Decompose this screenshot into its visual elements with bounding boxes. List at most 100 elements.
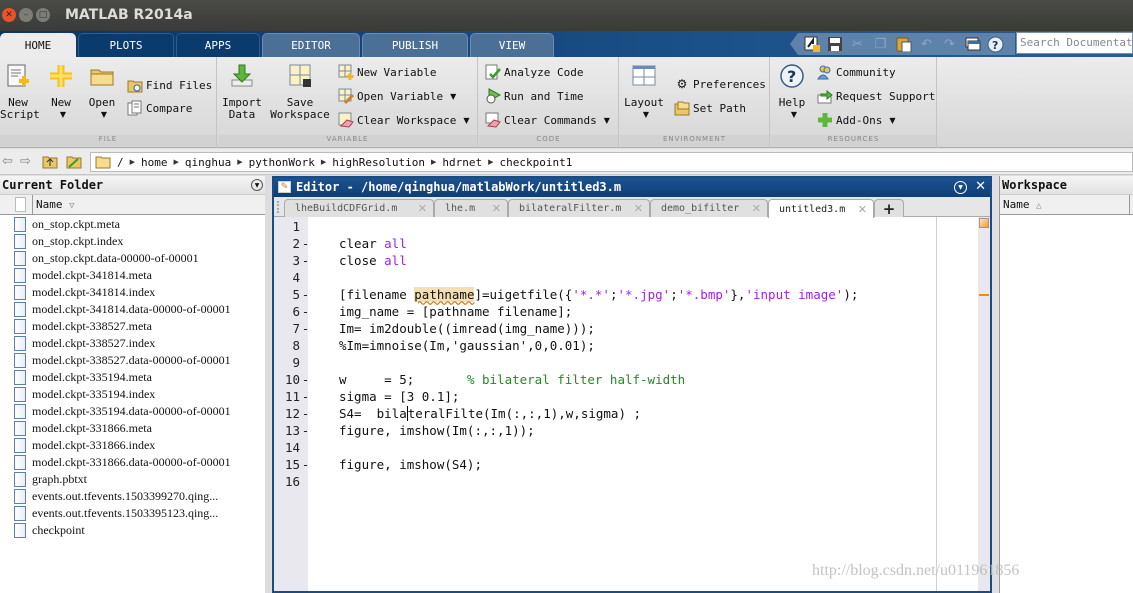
switch-windows-button[interactable] [963, 35, 982, 53]
file-list-item[interactable]: model.ckpt-335194.data-00000-of-00001 [0, 403, 269, 420]
clear-commands-button[interactable]: Clear Commands ▼ [485, 112, 610, 128]
file-list-item[interactable]: model.ckpt-331866.index [0, 437, 269, 454]
warning-status-icon[interactable] [979, 218, 989, 228]
file-list-item[interactable]: on_stop.ckpt.meta [0, 216, 269, 233]
code-line[interactable]: 15- figure, imshow(S4); [274, 456, 974, 473]
tab-grip[interactable] [277, 201, 280, 213]
breakpoint-marker[interactable]: - [300, 406, 311, 421]
code-line[interactable]: 8 %Im=imnoise(Im,'gaussian',0,0.01); [274, 337, 974, 354]
file-list-item[interactable]: model.ckpt-341814.index [0, 284, 269, 301]
paste-button[interactable] [894, 35, 913, 53]
breakpoint-marker[interactable]: - [300, 457, 311, 472]
tab-plots[interactable]: PLOTS [78, 33, 174, 57]
name-column-header[interactable]: Name △ [1000, 195, 1130, 215]
file-list-item[interactable]: model.ckpt-338527.data-00000-of-00001 [0, 352, 269, 369]
file-list-item[interactable]: graph.pbtxt [0, 471, 269, 488]
run-and-time-button[interactable]: Run and Time [485, 88, 583, 104]
community-button[interactable]: Community [817, 64, 896, 80]
editor-tab[interactable]: lhe.m ✕ [434, 199, 508, 217]
help-button[interactable]: ? [986, 35, 1005, 53]
breakpoint-marker[interactable]: - [300, 304, 311, 319]
window-close-button[interactable]: ✕ [2, 8, 16, 22]
file-list-item[interactable]: model.ckpt-331866.meta [0, 420, 269, 437]
window-maximize-button[interactable]: □ [36, 8, 50, 22]
code-analyzer-bar[interactable] [978, 217, 990, 591]
file-list-item[interactable]: events.out.tfevents.1503399270.qing... [0, 488, 269, 505]
back-button[interactable]: ⇦ [2, 154, 13, 169]
breakpoint-marker[interactable]: - [300, 236, 311, 251]
breakpoint-marker[interactable]: - [300, 389, 311, 404]
search-documentation-input[interactable]: Search Documentation [1016, 32, 1133, 54]
new-script-button[interactable]: New Script [0, 63, 40, 121]
code-line[interactable]: 7- Im= im2double((imread(img_name))); [274, 320, 974, 337]
path-segment[interactable]: checkpoint1 [500, 156, 573, 169]
code-line[interactable]: 3- close all [274, 252, 974, 269]
clear-workspace-button[interactable]: Clear Workspace ▼ [338, 112, 470, 128]
new-variable-button[interactable]: New Variable [338, 64, 436, 80]
file-list-item[interactable]: model.ckpt-341814.meta [0, 267, 269, 284]
editor-tab[interactable]: bilateralFilter.m ✕ [508, 199, 650, 217]
code-line[interactable]: 11- sigma = [3 0.1]; [274, 388, 974, 405]
code-line[interactable]: 1 [274, 218, 974, 235]
panel-menu-button[interactable]: ▼ [251, 179, 263, 191]
name-column-header[interactable]: Name ▽ [32, 195, 267, 215]
code-line[interactable]: 12- S4= bilateralFilte(Im(:,:,1),w,sigma)… [274, 405, 974, 422]
panel-menu-button[interactable]: ▼ [954, 181, 968, 194]
path-segment[interactable]: highResolution [332, 156, 425, 169]
find-files-button[interactable]: Find Files [127, 77, 212, 93]
code-line[interactable]: 4 [274, 269, 974, 286]
copy-button[interactable]: ❐ [871, 35, 890, 53]
file-list-item[interactable]: model.ckpt-341814.data-00000-of-00001 [0, 301, 269, 318]
splitter[interactable] [265, 176, 270, 593]
close-tab-icon[interactable]: ✕ [634, 202, 643, 215]
path-root[interactable]: / [117, 156, 124, 169]
code-line[interactable]: 5- [filename pathname]=uigetfile({'*.*';'… [274, 286, 974, 303]
path-segment[interactable]: home [141, 156, 168, 169]
up-folder-button[interactable] [42, 153, 58, 173]
tab-home[interactable]: HOME [0, 33, 76, 57]
add-ons-button[interactable]: Add-Ons ▼ [817, 112, 896, 128]
redo-button[interactable]: ↷ [940, 35, 959, 53]
path-field[interactable]: / ▶ home ▶ qinghua ▶ pythonWork ▶ highRe… [90, 152, 1133, 172]
file-list-item[interactable]: checkpoint [0, 522, 269, 539]
tab-publish[interactable]: PUBLISH [362, 33, 468, 57]
close-tab-icon[interactable]: ✕ [492, 202, 501, 215]
import-data-button[interactable]: Import Data [222, 63, 262, 121]
editor-tab[interactable]: demo_bifilter ✕ [650, 199, 768, 217]
open-button[interactable]: Open ▼ [86, 63, 118, 121]
compare-button[interactable]: Compare [127, 100, 192, 116]
tab-editor[interactable]: EDITOR [262, 33, 360, 57]
path-segment[interactable]: qinghua [185, 156, 231, 169]
chevron-down-icon[interactable]: ▼ [463, 116, 469, 125]
code-line[interactable]: 6- img_name = [pathname filename]; [274, 303, 974, 320]
close-tab-icon[interactable]: ✕ [752, 202, 761, 215]
preferences-button[interactable]: ⚙ Preferences [674, 76, 766, 92]
analyze-code-button[interactable]: Analyze Code [485, 64, 583, 80]
tab-view[interactable]: VIEW [470, 33, 554, 57]
file-list-item[interactable]: model.ckpt-338527.meta [0, 318, 269, 335]
forward-button[interactable]: ⇨ [20, 154, 31, 169]
cut-button[interactable]: ✂ [848, 35, 867, 53]
tab-apps[interactable]: APPS [176, 33, 260, 57]
breakpoint-marker[interactable]: - [300, 253, 311, 268]
file-list-item[interactable]: model.ckpt-335194.index [0, 386, 269, 403]
request-support-button[interactable]: Request Support [817, 88, 935, 104]
code-line[interactable]: 10- w = 5; % bilateral filter half-width [274, 371, 974, 388]
browse-folder-button[interactable] [66, 153, 82, 173]
open-variable-button[interactable]: Open Variable ▼ [338, 88, 456, 104]
breakpoint-marker[interactable]: - [300, 423, 311, 438]
file-list-item[interactable]: model.ckpt-335194.meta [0, 369, 269, 386]
close-tab-icon[interactable]: ✕ [858, 203, 867, 216]
window-minimize-button[interactable]: – [19, 8, 33, 22]
file-list-item[interactable]: on_stop.ckpt.data-00000-of-00001 [0, 250, 269, 267]
new-simulink-button[interactable] [802, 35, 821, 53]
chevron-down-icon[interactable]: ▼ [604, 116, 610, 125]
code-area[interactable]: 1 2- clear all 3- close all 4 5- [filename … [274, 217, 990, 591]
new-tab-button[interactable]: + [874, 199, 904, 218]
file-list-item[interactable]: model.ckpt-338527.index [0, 335, 269, 352]
code-line[interactable]: 2- clear all [274, 235, 974, 252]
layout-button[interactable]: Layout ▼ [624, 63, 664, 121]
file-list-item[interactable]: on_stop.ckpt.index [0, 233, 269, 250]
save-button[interactable] [825, 35, 844, 53]
breakpoint-marker[interactable]: - [300, 287, 311, 302]
